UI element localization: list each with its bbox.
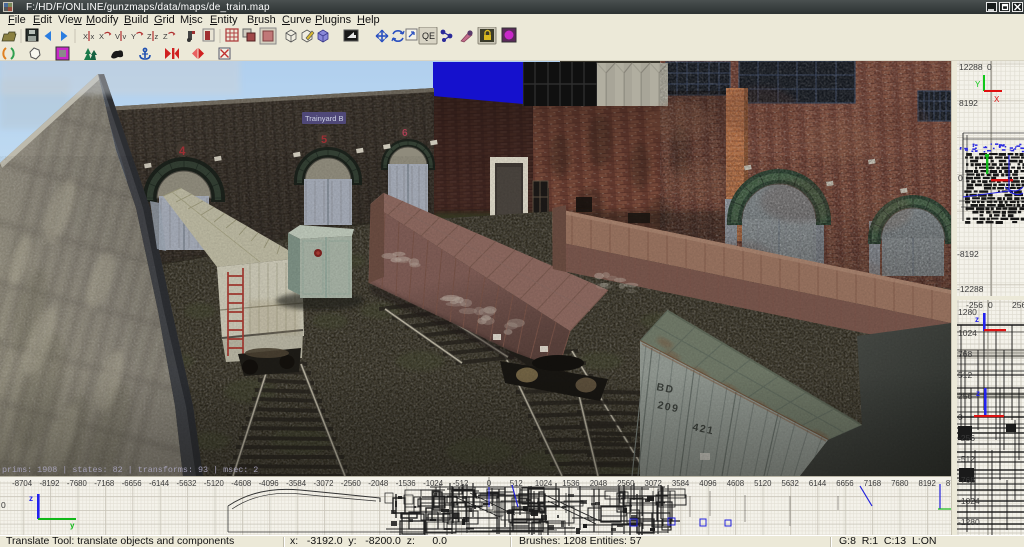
svg-text:1280: 1280 <box>958 307 977 317</box>
svg-text:v: v <box>123 32 127 41</box>
svg-text:-256: -256 <box>958 433 975 443</box>
svg-text:6144: 6144 <box>809 479 827 488</box>
svg-text:-7680: -7680 <box>67 479 88 488</box>
svg-text:QE: QE <box>422 31 435 41</box>
svg-text:-1536: -1536 <box>396 479 416 488</box>
svg-text:-6656: -6656 <box>122 479 142 488</box>
svg-text:Y: Y <box>975 80 981 89</box>
svg-text:z: z <box>29 494 33 503</box>
svg-text:0: 0 <box>958 173 963 183</box>
svg-text:-3584: -3584 <box>286 479 307 488</box>
svg-text:y: y <box>70 521 75 530</box>
svg-text:7680: 7680 <box>891 479 909 488</box>
svg-text:-12288: -12288 <box>957 284 984 294</box>
svg-text:x: x <box>91 32 95 41</box>
svg-text:8192: 8192 <box>919 479 936 488</box>
svg-text:X: X <box>994 95 1000 104</box>
svg-text:3584: 3584 <box>672 479 690 488</box>
svg-text:-5632: -5632 <box>177 479 197 488</box>
svg-text:8704: 8704 <box>946 479 951 488</box>
svg-text:X: X <box>99 32 104 41</box>
svg-text:V: V <box>115 32 120 41</box>
svg-text:6656: 6656 <box>836 479 853 488</box>
svg-text:256: 256 <box>1012 300 1024 310</box>
svg-text:0: 0 <box>988 300 993 310</box>
svg-text:-2048: -2048 <box>368 479 388 488</box>
svg-text:-8192: -8192 <box>40 479 60 488</box>
svg-text:1024: 1024 <box>958 328 977 338</box>
svg-text:256: 256 <box>958 391 972 401</box>
svg-text:0: 0 <box>987 62 992 72</box>
svg-text:0: 0 <box>1 500 6 510</box>
svg-text:-768: -768 <box>958 475 975 485</box>
svg-text:z: z <box>155 32 159 41</box>
svg-text:5632: 5632 <box>782 479 799 488</box>
svg-text:-6144: -6144 <box>149 479 170 488</box>
svg-text:-8192: -8192 <box>957 249 979 259</box>
svg-text:Z: Z <box>163 32 168 41</box>
svg-text:768: 768 <box>958 349 972 359</box>
svg-text:-4608: -4608 <box>231 479 251 488</box>
svg-text:5120: 5120 <box>754 479 772 488</box>
svg-text:-8704: -8704 <box>12 479 33 488</box>
svg-text:-4096: -4096 <box>259 479 279 488</box>
svg-text:-1024: -1024 <box>958 496 980 506</box>
svg-text:4096: 4096 <box>699 479 716 488</box>
svg-text:12288: 12288 <box>959 62 983 72</box>
svg-text:512: 512 <box>958 370 972 380</box>
svg-text:-1280: -1280 <box>958 517 980 527</box>
svg-text:0: 0 <box>958 412 963 422</box>
svg-text:-2560: -2560 <box>341 479 362 488</box>
svg-text:X: X <box>83 32 88 41</box>
svg-text:7168: 7168 <box>864 479 881 488</box>
svg-text:z: z <box>976 389 980 398</box>
svg-text:4608: 4608 <box>727 479 744 488</box>
svg-text:-512: -512 <box>958 454 975 464</box>
svg-text:Z: Z <box>147 32 152 41</box>
svg-text:-7168: -7168 <box>94 479 114 488</box>
svg-text:-5120: -5120 <box>204 479 225 488</box>
svg-text:prims: 1908 | states: 82 | tra: prims: 1908 | states: 82 | transforms: 9… <box>2 465 258 475</box>
svg-text:Y: Y <box>131 32 136 41</box>
svg-text:8192: 8192 <box>959 98 978 108</box>
svg-text:-3072: -3072 <box>314 479 334 488</box>
